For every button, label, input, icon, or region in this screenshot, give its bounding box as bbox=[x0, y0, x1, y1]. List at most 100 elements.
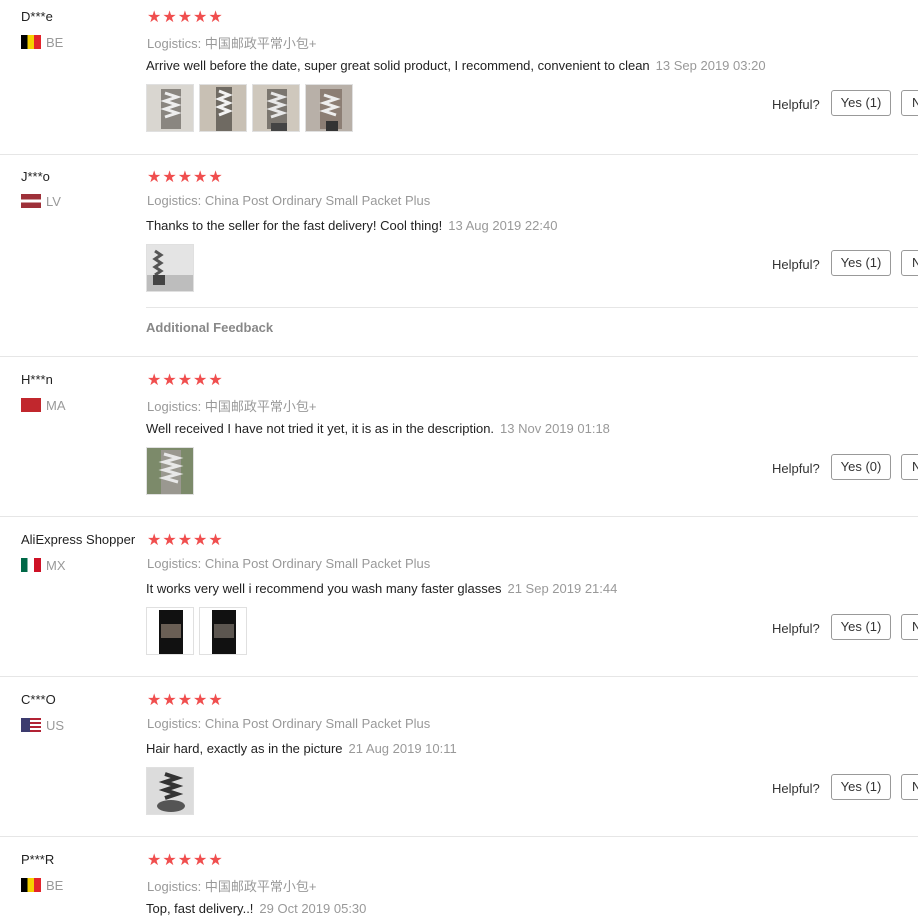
helpful-no-button[interactable]: N bbox=[901, 774, 918, 800]
star-icon: ★ bbox=[177, 372, 193, 389]
review-text: Arrive well before the date, super great… bbox=[146, 58, 650, 73]
star-icon: ★ bbox=[193, 9, 208, 26]
star-icon: ★ bbox=[162, 532, 177, 549]
logistics-label: Logistics: bbox=[147, 399, 202, 414]
review-date: 13 Aug 2019 22:40 bbox=[448, 218, 558, 233]
star-icon: ★ bbox=[208, 692, 223, 709]
reviewer-name: P***R bbox=[21, 852, 55, 867]
star-icon: ★ bbox=[177, 9, 193, 26]
review-photo[interactable] bbox=[199, 84, 247, 132]
country-code: BE bbox=[46, 35, 64, 50]
helpful-label: Helpful? bbox=[772, 461, 820, 476]
star-icon: ★ bbox=[177, 692, 193, 709]
country-code: MA bbox=[46, 398, 66, 413]
review-date: 21 Aug 2019 10:11 bbox=[348, 741, 457, 756]
helpful-yes-button[interactable]: Yes (1) bbox=[831, 90, 891, 116]
review-photos bbox=[146, 607, 252, 660]
review-item: J***o LV ★★★★★ Logistics: China Post Ord… bbox=[0, 155, 918, 355]
logistics-info: Logistics: 中国邮政平常小包+ bbox=[147, 33, 316, 52]
star-icon: ★ bbox=[208, 532, 223, 549]
review-item: D***e BE ★★★★★ Logistics: 中国邮政平常小包+ Arri… bbox=[0, 0, 918, 154]
star-icon: ★ bbox=[193, 532, 208, 549]
country-code: BE bbox=[46, 878, 64, 893]
logistics-value: 中国邮政平常小包+ bbox=[204, 879, 317, 894]
helpful-no-button[interactable]: N bbox=[901, 614, 918, 640]
review-content: Well received I have not tried it yet, i… bbox=[146, 421, 610, 436]
star-icon: ★ bbox=[147, 372, 162, 389]
review-photo[interactable] bbox=[146, 447, 194, 495]
reviewer-country: BE bbox=[21, 35, 63, 50]
helpful-no-button[interactable]: N bbox=[901, 250, 918, 276]
review-photo[interactable] bbox=[146, 767, 194, 815]
additional-feedback-link[interactable]: Additional Feedback bbox=[146, 320, 273, 335]
review-photos bbox=[146, 244, 199, 297]
logistics-info: Logistics: 中国邮政平常小包+ bbox=[147, 396, 316, 415]
helpful-yes-button[interactable]: Yes (1) bbox=[831, 774, 891, 800]
star-rating: ★★★★★ bbox=[147, 169, 224, 187]
reviewer-name: C***O bbox=[21, 692, 56, 707]
star-icon: ★ bbox=[162, 169, 177, 186]
review-list: D***e BE ★★★★★ Logistics: 中国邮政平常小包+ Arri… bbox=[0, 0, 918, 918]
star-icon: ★ bbox=[162, 692, 177, 709]
star-icon: ★ bbox=[162, 852, 177, 869]
logistics-value: China Post Ordinary Small Packet Plus bbox=[204, 556, 431, 571]
star-rating: ★★★★★ bbox=[147, 532, 224, 550]
reviewer-country: LV bbox=[21, 194, 61, 209]
helpful-no-button[interactable]: N bbox=[901, 90, 918, 116]
logistics-label: Logistics: bbox=[147, 556, 202, 571]
logistics-value: 中国邮政平常小包+ bbox=[204, 399, 317, 414]
logistics-value: China Post Ordinary Small Packet Plus bbox=[204, 193, 431, 208]
review-photo[interactable] bbox=[146, 607, 194, 655]
review-date: 29 Oct 2019 05:30 bbox=[259, 901, 367, 916]
review-content: It works very well i recommend you wash … bbox=[146, 581, 617, 596]
review-item: H***n MA ★★★★★ Logistics: 中国邮政平常小包+ Well… bbox=[0, 357, 918, 516]
helpful-yes-button[interactable]: Yes (1) bbox=[831, 614, 891, 640]
review-photo[interactable] bbox=[199, 607, 247, 655]
logistics-info: Logistics: 中国邮政平常小包+ bbox=[147, 876, 316, 895]
morocco-flag-icon bbox=[21, 398, 41, 412]
review-text: Well received I have not tried it yet, i… bbox=[146, 421, 495, 436]
star-icon: ★ bbox=[193, 692, 208, 709]
star-rating: ★★★★★ bbox=[147, 692, 224, 710]
helpful-yes-button[interactable]: Yes (0) bbox=[831, 454, 891, 480]
star-icon: ★ bbox=[208, 372, 223, 389]
review-item: P***R BE ★★★★★ Logistics: 中国邮政平常小包+ Top,… bbox=[0, 837, 918, 918]
review-text: Thanks to the seller for the fast delive… bbox=[146, 218, 443, 233]
review-photo[interactable] bbox=[305, 84, 353, 132]
reviewer-name: J***o bbox=[21, 169, 50, 184]
review-photo[interactable] bbox=[252, 84, 300, 132]
country-code: US bbox=[46, 718, 65, 733]
helpful-yes-button[interactable]: Yes (1) bbox=[831, 250, 891, 276]
helpful-label: Helpful? bbox=[772, 97, 820, 112]
star-icon: ★ bbox=[208, 9, 223, 26]
belgium-flag-icon bbox=[21, 878, 41, 892]
review-photos bbox=[146, 767, 199, 820]
star-icon: ★ bbox=[147, 532, 162, 549]
review-photo[interactable] bbox=[146, 84, 194, 132]
star-icon: ★ bbox=[193, 372, 208, 389]
star-icon: ★ bbox=[208, 169, 223, 186]
star-icon: ★ bbox=[162, 9, 177, 26]
star-icon: ★ bbox=[177, 169, 193, 186]
review-content: Arrive well before the date, super great… bbox=[146, 58, 766, 73]
logistics-info: Logistics: China Post Ordinary Small Pac… bbox=[147, 556, 430, 571]
review-text: It works very well i recommend you wash … bbox=[146, 581, 502, 596]
star-icon: ★ bbox=[193, 169, 208, 186]
country-code: LV bbox=[46, 194, 61, 209]
usa-flag-icon bbox=[21, 718, 41, 732]
reviewer-country: US bbox=[21, 718, 64, 733]
reviewer-name: D***e bbox=[21, 9, 53, 24]
reviewer-country: MX bbox=[21, 558, 66, 573]
review-item: C***O US ★★★★★ Logistics: China Post Ord… bbox=[0, 677, 918, 836]
review-photo[interactable] bbox=[146, 244, 194, 292]
helpful-no-button[interactable]: N bbox=[901, 454, 918, 480]
logistics-value: China Post Ordinary Small Packet Plus bbox=[204, 716, 431, 731]
star-icon: ★ bbox=[147, 9, 162, 26]
logistics-value: 中国邮政平常小包+ bbox=[204, 36, 317, 51]
reviewer-country: BE bbox=[21, 878, 63, 893]
review-photos bbox=[146, 84, 358, 137]
star-icon: ★ bbox=[193, 852, 208, 869]
star-icon: ★ bbox=[177, 532, 193, 549]
review-content: Top, fast delivery..! 29 Oct 2019 05:30 bbox=[146, 901, 366, 916]
mexico-flag-icon bbox=[21, 558, 41, 572]
